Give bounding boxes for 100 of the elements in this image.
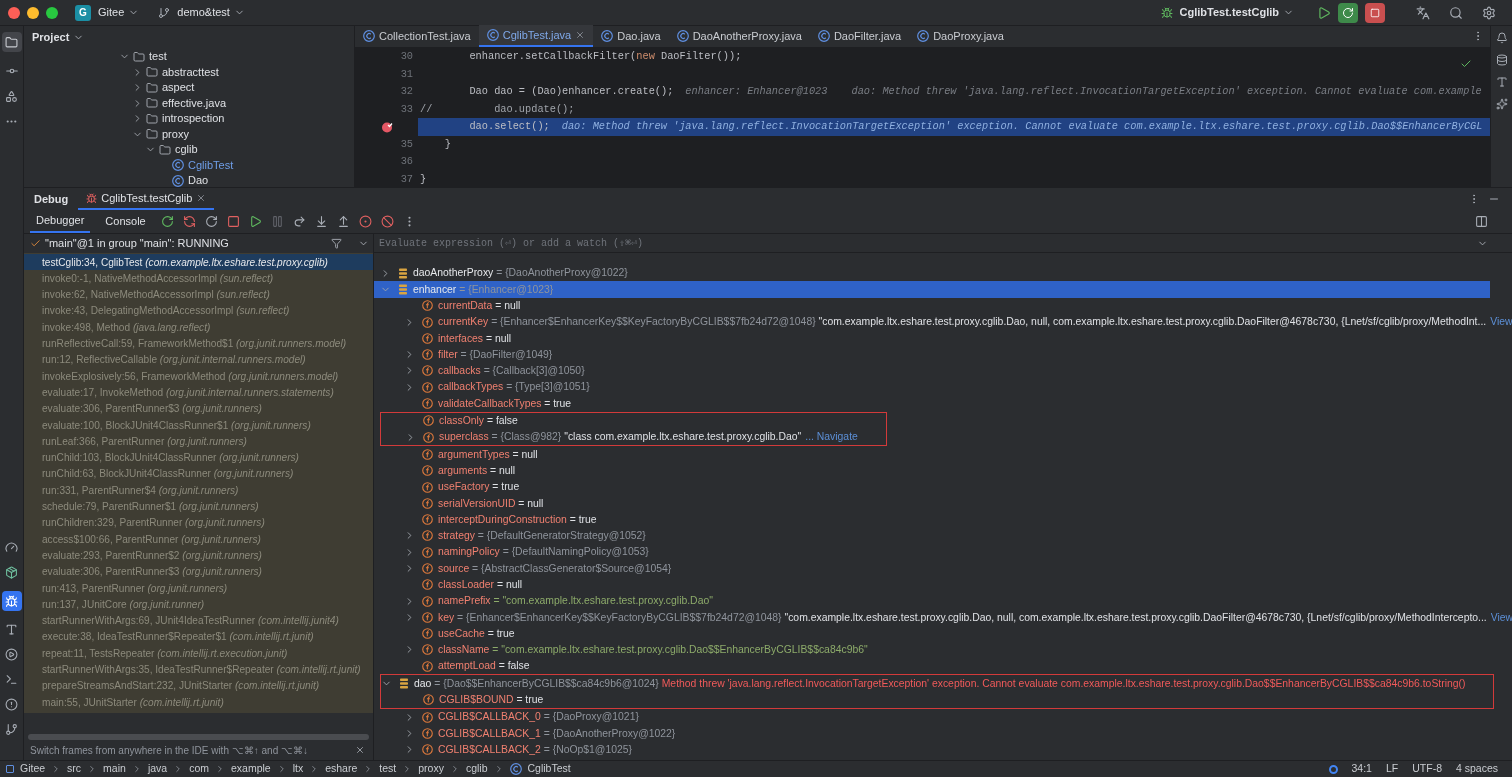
branch-menu[interactable]: demo&test	[177, 4, 245, 21]
link[interactable]: ... Navigate	[805, 429, 858, 445]
stop-button[interactable]	[1365, 2, 1385, 23]
selected-row[interactable]: enhancer = {Enhancer@1023}	[374, 281, 1490, 298]
close-icon[interactable]	[196, 193, 207, 203]
editor-tab[interactable]: DaoAnotherProxy.java	[668, 25, 810, 47]
editor-tab[interactable]: DaoProxy.java	[909, 25, 1012, 47]
variable-entry: CGLIB$CALLBACK_2 = {NoOp$1@1025}	[438, 742, 632, 757]
scrollbar[interactable]	[28, 734, 369, 740]
project-view-menu[interactable]: Project	[32, 28, 85, 46]
breadcrumb[interactable]: test	[379, 761, 397, 777]
project-tool-button[interactable]	[1, 32, 22, 52]
variable-icon	[398, 267, 408, 279]
debug-button[interactable]	[1338, 2, 1358, 23]
settings-icon[interactable]	[1482, 5, 1496, 20]
breadcrumb[interactable]: cglib	[465, 761, 488, 777]
class-icon	[917, 30, 930, 42]
tree-item[interactable]: cglib	[175, 142, 198, 158]
breadcrumb[interactable]: eshare	[325, 761, 358, 777]
evaluate-field[interactable]: Evaluate expression (⏎) or add a watch (⇧⌘⏎)	[374, 235, 1477, 251]
step-over-icon[interactable]	[292, 215, 306, 228]
tree-item[interactable]: Dao	[188, 173, 209, 187]
resume-icon[interactable]	[248, 215, 262, 228]
close-icon[interactable]	[575, 30, 586, 40]
rerun-icon[interactable]	[160, 215, 174, 228]
tree-item[interactable]: aspect	[162, 80, 195, 96]
debugger-tab[interactable]: Console	[99, 210, 152, 233]
field-icon	[422, 465, 433, 477]
git-icon[interactable]	[5, 723, 18, 736]
link[interactable]: View	[1490, 314, 1512, 330]
run-button[interactable]	[1317, 5, 1331, 20]
breadcrumb[interactable]: example	[231, 761, 271, 777]
notifications-icon[interactable]	[1495, 32, 1508, 44]
breakpoints-icon[interactable]	[358, 215, 372, 228]
package-icon[interactable]	[5, 566, 18, 579]
debugger-tab[interactable]: Debugger	[30, 210, 91, 233]
line-separator[interactable]: LF	[1385, 761, 1399, 777]
debug-tool-button[interactable]	[1, 591, 22, 611]
terminal-icon[interactable]	[5, 673, 18, 686]
breadcrumb[interactable]: java	[147, 761, 168, 777]
rerun-failed-icon[interactable]	[182, 215, 196, 228]
variable-entry: argumentTypes = null	[438, 447, 538, 462]
field-icon	[422, 711, 433, 723]
services-icon[interactable]	[5, 648, 18, 661]
breadcrumb[interactable]: CglibTest	[527, 761, 571, 777]
tree-item[interactable]: introspection	[162, 111, 225, 127]
pause-icon[interactable]	[270, 215, 284, 228]
line-number: 36	[399, 154, 413, 170]
line-number: 37	[399, 171, 413, 187]
tree-item[interactable]: CglibTest	[188, 157, 234, 173]
structure-icon[interactable]	[5, 90, 18, 103]
breadcrumb[interactable]: main	[103, 761, 126, 777]
tree-item[interactable]: abstracttest	[162, 64, 219, 80]
field-icon	[422, 563, 433, 574]
editor-tab[interactable]: DaoFilter.java	[809, 25, 910, 47]
class-icon	[509, 763, 522, 775]
cursor-position[interactable]: 34:1	[1351, 761, 1372, 777]
problems-icon[interactable]	[5, 698, 18, 711]
variable-entry: arguments = null	[438, 463, 516, 478]
run-config-menu[interactable]: CglibTest.testCglib	[1179, 4, 1294, 21]
plugin-icon[interactable]	[1328, 764, 1338, 774]
stack-frame[interactable]: testCglib:34, CglibTest (com.example.ltx.eshare.test.proxy.cglib)	[24, 254, 373, 271]
type-icon[interactable]	[5, 623, 18, 636]
mute-breakpoints-icon[interactable]	[380, 215, 394, 228]
step-into-icon[interactable]	[314, 215, 328, 228]
indent-setting[interactable]: 4 spaces	[1455, 761, 1498, 777]
breadcrumb[interactable]: proxy	[418, 761, 444, 777]
editor-tab[interactable]: CglibTest.java	[478, 25, 594, 47]
file-encoding[interactable]: UTF-8	[1412, 761, 1442, 777]
step-out-icon[interactable]	[336, 215, 350, 228]
breakpoint-icon[interactable]	[381, 120, 393, 133]
type-icon[interactable]	[1495, 76, 1508, 88]
database-icon[interactable]	[1495, 54, 1508, 66]
repository-menu[interactable]: Gitee	[98, 4, 140, 21]
reload-icon[interactable]	[204, 215, 218, 228]
tree-item[interactable]: proxy	[162, 126, 189, 142]
filter-icon[interactable]	[331, 238, 342, 249]
editor-tab[interactable]: CollectionTest.java	[355, 25, 479, 47]
close-icon[interactable]	[355, 745, 365, 755]
breadcrumb[interactable]: ltx	[292, 761, 304, 777]
stop-icon[interactable]	[226, 215, 240, 228]
close-window-button[interactable]	[8, 6, 20, 19]
layout-icon[interactable]	[1475, 215, 1488, 228]
sparkle-icon[interactable]	[1495, 98, 1508, 110]
search-icon[interactable]	[1449, 5, 1463, 20]
breadcrumb[interactable]: Gitee	[20, 761, 46, 777]
tree-item[interactable]: test	[149, 49, 167, 65]
variable-entry: CGLIB$CALLBACK_1 = {DaoAnotherProxy@1022}	[438, 726, 676, 741]
translate-icon[interactable]	[1416, 5, 1430, 20]
code-line: enhancer.setCallbackFilter(new DaoFilter());	[468, 49, 742, 65]
minimize-window-button[interactable]	[27, 6, 39, 19]
gauge-icon[interactable]	[5, 541, 18, 554]
editor-tab[interactable]: Dao.java	[593, 25, 669, 47]
tree-item[interactable]: effective.java	[162, 95, 226, 111]
zoom-window-button[interactable]	[46, 6, 58, 19]
breadcrumb[interactable]: com	[189, 761, 209, 777]
variable-entry: CGLIB$CALLBACK_0 = {DaoProxy@1021}	[438, 710, 639, 725]
field-icon	[423, 694, 434, 706]
session-tab[interactable]: CglibTest.testCglib	[78, 188, 215, 210]
breadcrumb[interactable]: src	[67, 761, 82, 777]
